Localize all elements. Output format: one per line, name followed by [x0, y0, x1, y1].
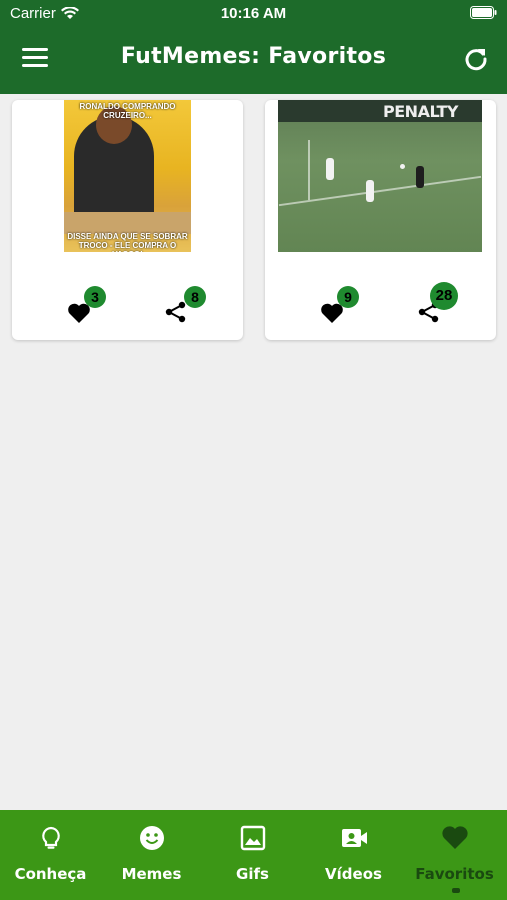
like-button[interactable]: 3 — [67, 286, 106, 323]
tab-label: Conheça — [14, 865, 87, 883]
likes-count-badge: 3 — [84, 286, 106, 308]
status-bar: Carrier 10:16 AM — [0, 0, 507, 28]
tab-gifs[interactable]: Gifs — [202, 810, 303, 900]
battery-icon — [470, 6, 497, 23]
image-icon — [240, 825, 266, 851]
shares-count-badge: 8 — [184, 286, 206, 308]
meme-image[interactable]: RONALDO COMPRANDO CRUZEIRO... DISSE AIND… — [64, 100, 191, 252]
share-button[interactable]: 28 — [417, 282, 458, 323]
video-thumbnail[interactable]: PENALTY — [278, 100, 482, 252]
heart-icon — [442, 826, 468, 849]
tab-videos[interactable]: Vídeos — [303, 810, 404, 900]
app-bar: FutMemes: Favoritos — [0, 28, 507, 94]
active-tab-indicator — [452, 888, 460, 893]
page-title: FutMemes: Favoritos — [120, 44, 387, 69]
refresh-button[interactable] — [463, 46, 489, 72]
smiley-icon — [140, 826, 164, 850]
share-icon — [165, 301, 186, 323]
favorite-card: PENALTY 9 28 — [265, 100, 496, 340]
app-header: Carrier 10:16 AM FutMemes: Favoritos — [0, 0, 507, 94]
tab-conheca[interactable]: Conheça — [0, 810, 101, 900]
favorite-card: RONALDO COMPRANDO CRUZEIRO... DISSE AIND… — [12, 100, 243, 340]
meme-caption-top: RONALDO COMPRANDO CRUZEIRO... — [79, 102, 176, 120]
tab-label: Vídeos — [325, 865, 382, 883]
likes-count-badge: 9 — [337, 286, 359, 308]
bottom-tab-bar: Conheça Memes Gifs Vídeos Favoritos — [0, 810, 507, 900]
meme-caption-bottom: DISSE AINDA QUE SE SOBRAR TROCO - ELE CO… — [67, 232, 188, 252]
shares-count-badge: 28 — [430, 282, 458, 310]
video-banner-text: PENALTY — [383, 102, 458, 121]
refresh-icon — [465, 49, 487, 71]
share-button[interactable]: 8 — [164, 286, 206, 323]
tab-label: Memes — [121, 865, 182, 883]
video-camera-icon — [342, 829, 367, 847]
tab-label: Gifs — [236, 865, 269, 883]
tab-memes[interactable]: Memes — [101, 810, 202, 900]
lightbulb-icon — [42, 826, 60, 849]
tab-favoritos[interactable]: Favoritos — [404, 810, 505, 900]
tab-label: Favoritos — [415, 865, 494, 883]
like-button[interactable]: 9 — [320, 286, 359, 323]
status-time: 10:16 AM — [220, 5, 287, 22]
